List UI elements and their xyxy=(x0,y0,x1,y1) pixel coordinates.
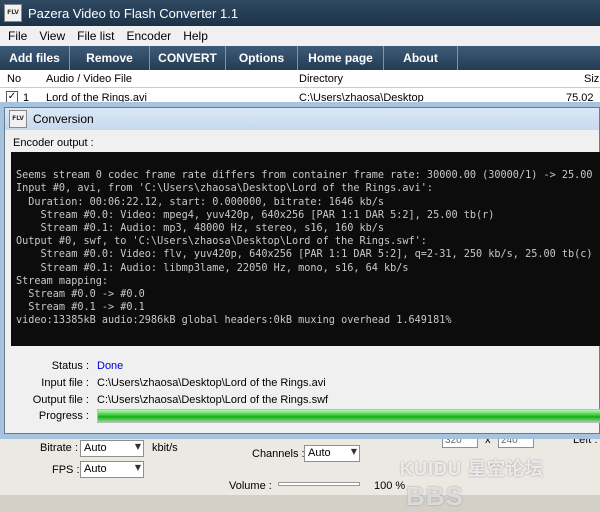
channels-select[interactable]: Auto ▼ xyxy=(304,445,360,462)
console-line: Stream #0.1: Audio: libmp3lame, 22050 Hz… xyxy=(16,262,409,274)
chevron-down-icon: ▼ xyxy=(134,463,141,472)
width-value: 320 xyxy=(445,435,462,446)
left-label: Left : xyxy=(573,434,598,446)
watermark-bbs: BBS xyxy=(406,481,464,511)
console-line: Stream #0.1: Audio: mp3, 48000 Hz, stere… xyxy=(16,223,385,235)
bitrate-unit: kbit/s xyxy=(152,442,178,454)
console-line: Output #0, swf, to 'C:\Users\zhaosa\Desk… xyxy=(16,236,427,248)
row-no: 1 xyxy=(23,92,30,104)
console-line: Stream #0.0: Video: mpeg4, yuv420p, 640x… xyxy=(16,209,495,221)
console-line: Stream #0.0: Video: flv, yuv420p, 640x25… xyxy=(16,249,593,261)
remove-button[interactable]: Remove xyxy=(70,46,150,70)
fps-value: Auto xyxy=(84,463,107,475)
console-line: Stream #0.1 -> #0.1 xyxy=(16,302,145,314)
fps-label: FPS : xyxy=(52,464,80,476)
progress-fill xyxy=(98,410,600,422)
conversion-dialog: FLV Conversion Encoder output : Seems st… xyxy=(4,107,600,434)
console-line: Seems stream 0 codec frame rate differs … xyxy=(16,170,593,182)
file-list-header: No Audio / Video File Directory Siz xyxy=(0,70,600,88)
col-header-file[interactable]: Audio / Video File xyxy=(46,73,132,85)
table-row[interactable]: ✓ 1 Lord of the Rings.avi C:\Users\zhaos… xyxy=(0,88,600,116)
bitrate-value: Auto xyxy=(84,442,107,454)
chevron-down-icon: ▼ xyxy=(134,442,141,451)
input-file-value: C:\Users\zhaosa\Desktop\Lord of the Ring… xyxy=(97,377,326,389)
volume-slider[interactable] xyxy=(278,482,360,486)
col-header-no[interactable]: No xyxy=(7,73,21,85)
width-field[interactable]: 320 xyxy=(442,434,478,448)
progress-bar xyxy=(97,409,600,423)
channels-label: Channels : xyxy=(252,448,305,460)
encoder-output-label: Encoder output : xyxy=(13,137,94,149)
home-page-button[interactable]: Home page xyxy=(298,46,384,70)
about-button[interactable]: About xyxy=(384,46,458,70)
console-line: Stream #0.0 -> #0.0 xyxy=(16,289,145,301)
dialog-flv-icon: FLV xyxy=(9,110,27,128)
channels-value: Auto xyxy=(308,447,331,459)
add-files-button[interactable]: Add files xyxy=(0,46,70,70)
main-title-bar: FLV Pazera Video to Flash Converter 1.1 xyxy=(0,0,600,26)
app-icon-text: FLV xyxy=(7,9,19,16)
convert-button[interactable]: CONVERT xyxy=(150,46,226,70)
watermark-text: KUIDU 星空论坛 xyxy=(400,459,544,479)
progress-label: Progress : xyxy=(38,410,89,422)
col-header-directory[interactable]: Directory xyxy=(299,73,343,85)
console-line: Input #0, avi, from 'C:\Users\zhaosa\Des… xyxy=(16,183,434,195)
options-button[interactable]: Options xyxy=(226,46,298,70)
row-file: Lord of the Rings.avi xyxy=(46,92,147,104)
menu-file[interactable]: File xyxy=(2,29,33,43)
input-file-label: Input file : xyxy=(41,377,89,389)
window-title: Pazera Video to Flash Converter 1.1 xyxy=(28,5,239,21)
dimension-x: x xyxy=(485,434,491,446)
height-value: 240 xyxy=(501,435,518,446)
col-header-size[interactable]: Siz xyxy=(584,73,599,85)
bitrate-select[interactable]: Auto ▼ xyxy=(80,440,144,457)
toolbar: Add files Remove CONVERT Options Home pa… xyxy=(0,46,600,70)
bitrate-label: Bitrate : xyxy=(40,442,78,454)
menu-bar: File View File list Encoder Help xyxy=(0,26,600,46)
fps-select[interactable]: Auto ▼ xyxy=(80,461,144,478)
console-line: Duration: 00:06:22.12, start: 0.000000, … xyxy=(16,196,385,208)
dialog-title-bar[interactable]: FLV Conversion xyxy=(5,108,599,130)
output-file-value: C:\Users\zhaosa\Desktop\Lord of the Ring… xyxy=(97,394,329,406)
menu-encoder[interactable]: Encoder xyxy=(120,29,177,43)
console-line: video:13385kB audio:2986kB global header… xyxy=(16,315,452,327)
height-field[interactable]: 240 xyxy=(498,434,534,448)
dialog-title: Conversion xyxy=(33,112,94,126)
output-file-label: Output file : xyxy=(32,394,89,406)
status-value: Done xyxy=(97,360,124,372)
volume-label: Volume : xyxy=(229,480,272,492)
console-line: Stream mapping: xyxy=(16,275,109,287)
row-directory: C:\Users\zhaosa\Desktop xyxy=(299,92,424,104)
watermark: KUIDU 星空论坛BBS xyxy=(400,455,600,512)
row-checkbox[interactable]: ✓ xyxy=(6,91,18,103)
dialog-icon-text: FLV xyxy=(12,115,24,122)
chevron-down-icon: ▼ xyxy=(350,447,357,456)
status-label: Status : xyxy=(51,360,89,372)
encoder-output-console[interactable]: Seems stream 0 codec frame rate differs … xyxy=(11,152,600,346)
app-flv-icon: FLV xyxy=(4,4,22,22)
menu-help[interactable]: Help xyxy=(177,29,214,43)
menu-view[interactable]: View xyxy=(33,29,71,43)
menu-file-list[interactable]: File list xyxy=(71,29,120,43)
